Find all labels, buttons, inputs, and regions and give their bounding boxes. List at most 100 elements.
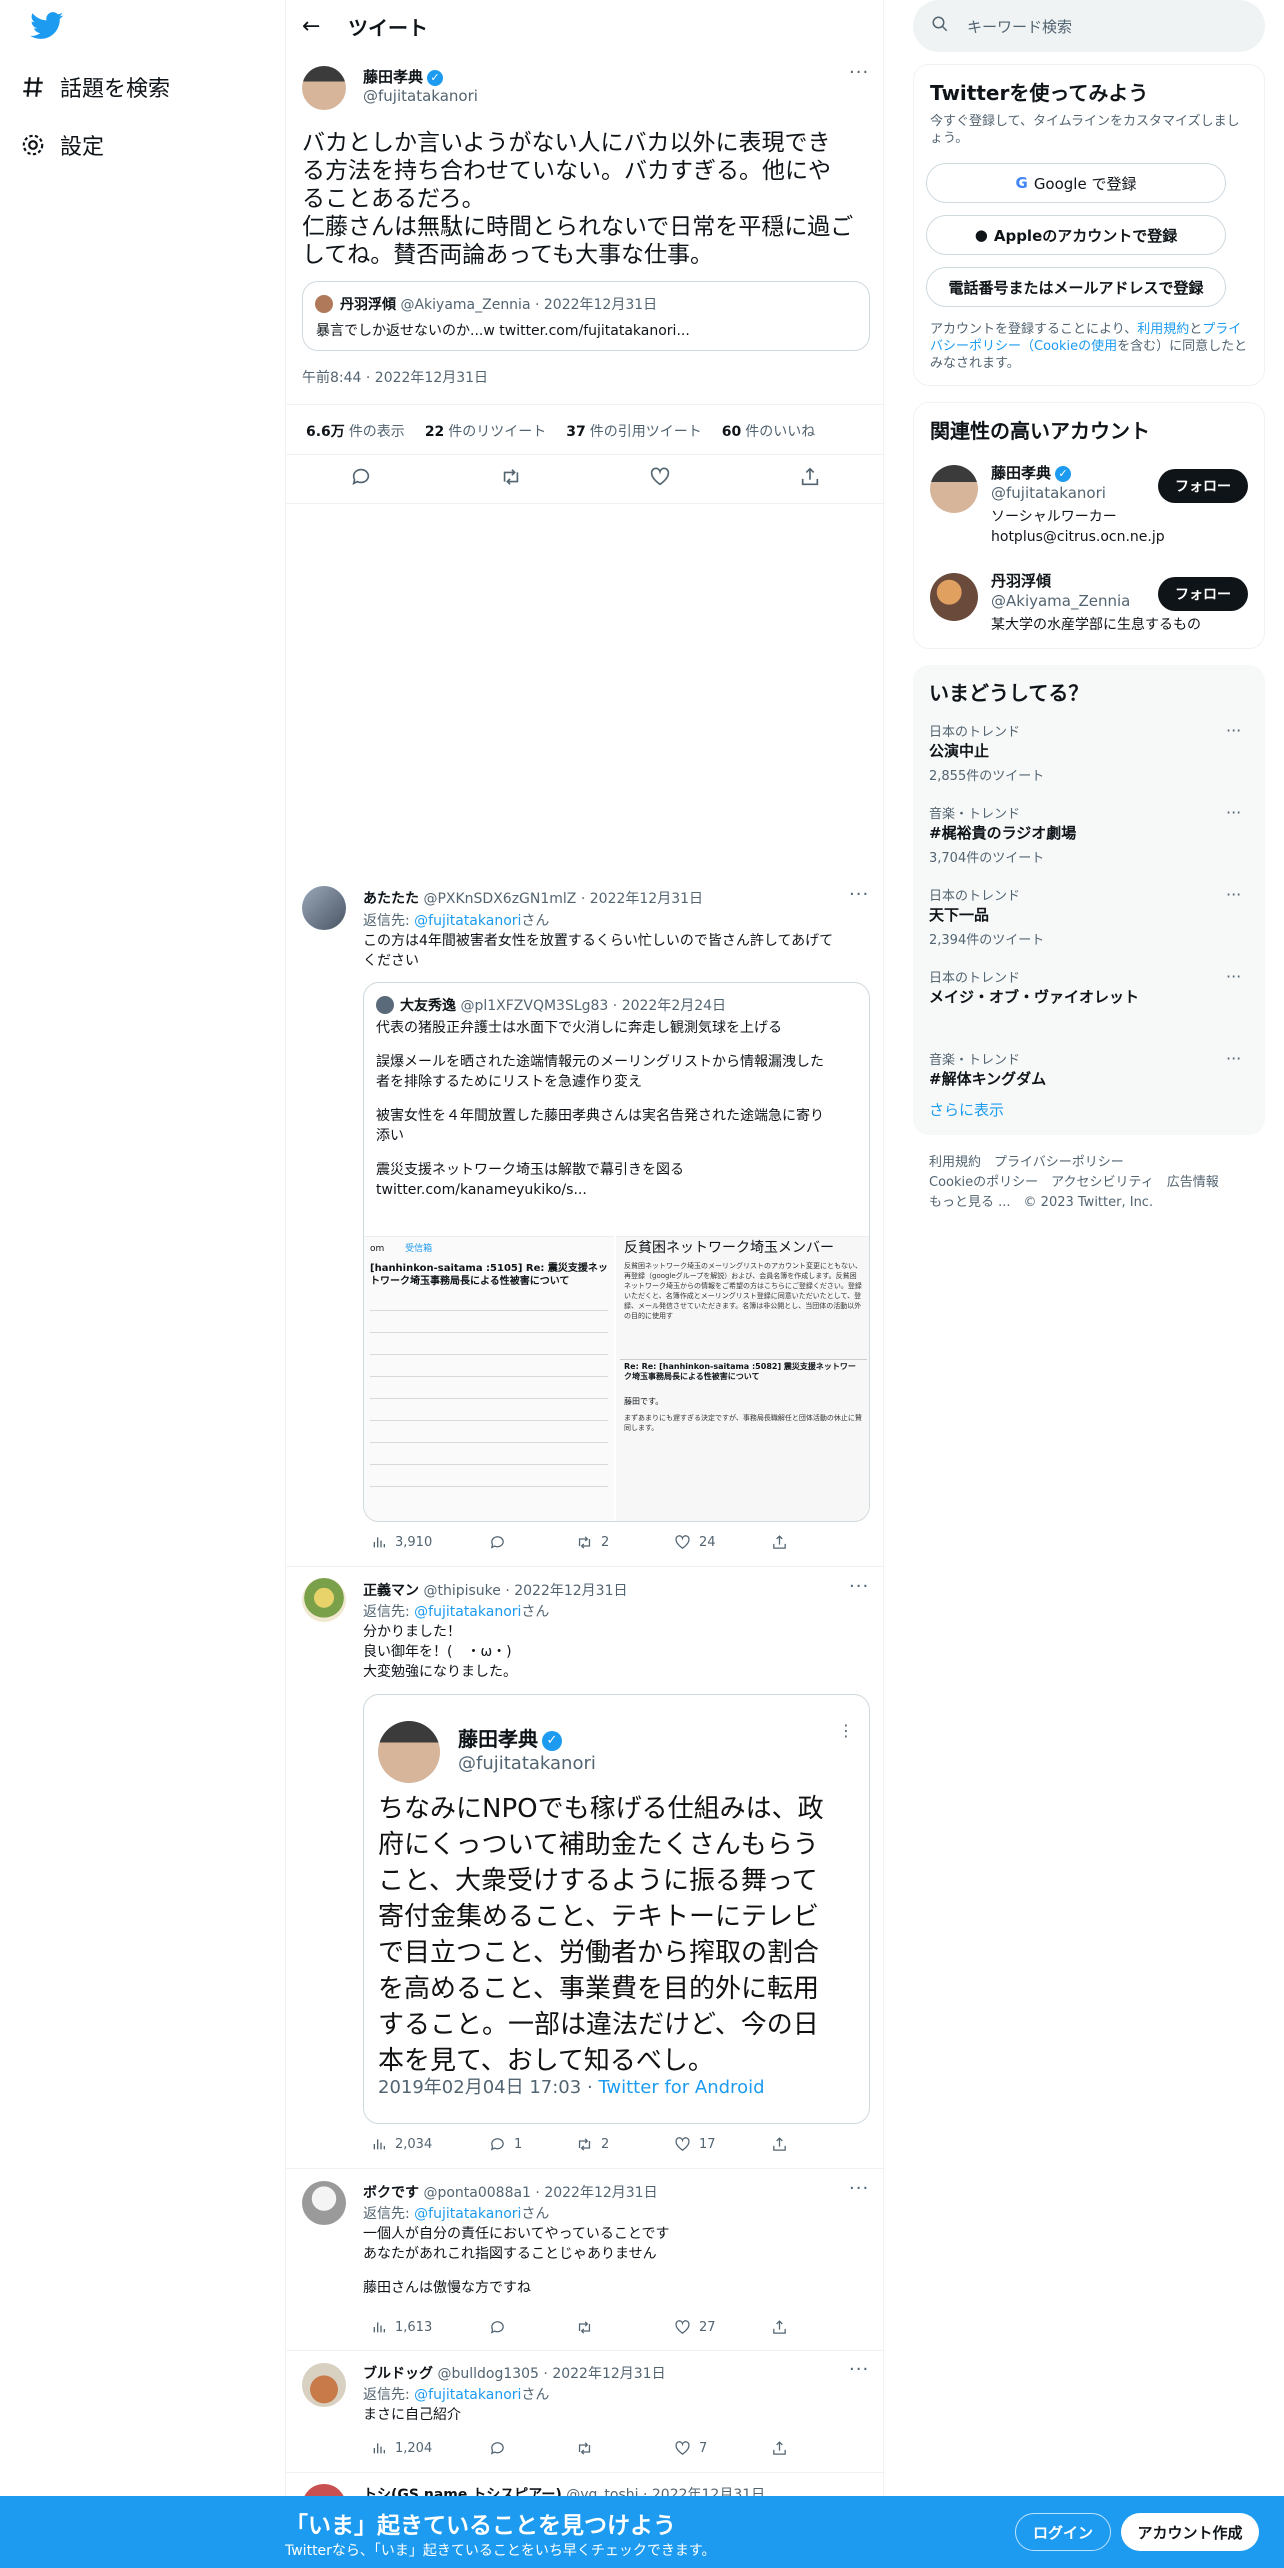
retweets-action[interactable] [568,2440,601,2457]
quoted-tweet[interactable]: 大友秀逸 @pl1XFZVQM3SLg83 · 2022年2月24日 代表の猪股… [363,982,870,1522]
footer-terms[interactable]: 利用規約 [929,1155,981,1170]
stat-item[interactable]: 60 件のいいね [722,421,815,441]
nav-settings[interactable]: 設定 [20,115,104,175]
stat-item[interactable]: 37 件の引用ツイート [566,421,701,441]
legal-terms-link[interactable]: 利用規約 [1137,322,1189,337]
trend-item[interactable]: 日本のトレンド 公演中止 ··· 2,855件のツイート [913,721,1265,797]
stat-item[interactable]: 6.6万 件の表示 [306,421,405,441]
signup-button[interactable]: アカウント作成 [1121,2513,1259,2551]
footer-privacy[interactable]: プライバシーポリシー [994,1155,1124,1170]
likes-action[interactable]: 27 [666,2319,716,2336]
trend-item[interactable]: 音楽・トレンド #梶裕貴のラジオ劇場 ··· 3,704件のツイート [913,803,1265,879]
views-action[interactable]: 1,204 [363,2440,432,2456]
screenshot-image-right[interactable]: 反貧困ネットワーク埼玉メンバー 反貧困ネットワーク埼玉のメーリングリストのアカウ… [616,1236,869,1521]
tweet-timestamp[interactable]: 午前8:44 · 2022年12月31日 [302,367,488,387]
quoted-tweet[interactable]: 丹羽浮傾 @Akiyama_Zennia · 2022年12月31日 暴言でしか… [302,281,870,351]
more-icon[interactable]: ··· [1226,967,1241,986]
footer-cookie[interactable]: Cookieのポリシー [929,1175,1038,1190]
img-right-foot: 藤田です。 [624,1397,664,1406]
reply-date[interactable]: 2022年12月31日 [552,2366,665,2382]
more-icon[interactable]: ··· [849,1576,869,1597]
more-icon[interactable]: ··· [1226,721,1241,740]
replies-action[interactable]: 1 [481,2136,522,2153]
quoted-handle: @pl1XFZVQM3SLg83 [460,998,609,1014]
trend-item[interactable]: 日本のトレンド メイジ・オブ・ヴァイオレット ··· [913,967,1265,1043]
share-action[interactable] [763,2440,788,2457]
share-action[interactable] [763,2136,788,2153]
reply-name[interactable]: あたたた [363,891,419,907]
avatar[interactable] [302,66,346,110]
show-more-link[interactable]: さらに表示 [929,1099,1004,1120]
like-icon[interactable] [649,466,671,492]
share-icon[interactable] [799,466,821,492]
more-icon[interactable]: ··· [1226,803,1241,822]
apple-signup-button[interactable]: ● Appleのアカウントで登録 [926,215,1226,255]
reply-handle[interactable]: @thipisuke [423,1583,500,1599]
likes-action[interactable]: 24 [666,1534,716,1551]
reply-to-link[interactable]: @fujitatakanori [414,913,521,929]
avatar[interactable] [302,886,346,930]
reply-to-link[interactable]: @fujitatakanori [414,2387,521,2403]
replies-action[interactable] [481,1534,514,1551]
more-icon[interactable]: ··· [1226,885,1241,904]
phone-signup-button[interactable]: 電話番号またはメールアドレスで登録 [926,267,1226,307]
follow-button[interactable]: フォロー [1158,469,1248,503]
google-signup-button[interactable]: G Google で登録 [926,163,1226,203]
footer-more[interactable]: もっと見る ... [929,1195,1011,1210]
reply-date[interactable]: 2022年12月31日 [544,2185,657,2201]
reply-name[interactable]: 正義マン [363,1583,419,1599]
share-action[interactable] [763,1534,788,1551]
retweets-action[interactable] [568,2319,601,2336]
views-action[interactable]: 1,613 [363,2319,432,2335]
more-icon[interactable]: ··· [849,2359,869,2380]
likes-action[interactable]: 7 [666,2440,707,2457]
author-name[interactable]: 藤田孝典 [363,68,423,86]
search-icon [931,15,949,37]
share-action[interactable] [763,2319,788,2336]
more-icon[interactable]: ··· [849,62,869,83]
avatar[interactable] [302,2363,346,2407]
footer-accessibility[interactable]: アクセシビリティ [1051,1175,1154,1190]
stat-label: 件の引用ツイート [589,424,702,440]
reply-handle[interactable]: @PXKnSDX6zGN1mlZ [423,891,576,907]
more-icon[interactable]: ··· [849,884,869,905]
avatar[interactable] [302,2181,346,2225]
related-account[interactable]: 藤田孝典 ✓ @fujitatakanori ソーシャルワーカー hotplus@… [991,463,1165,547]
avatar[interactable] [930,465,978,513]
avatar[interactable] [302,1578,346,1622]
retweet-icon[interactable] [500,466,522,492]
replies-action[interactable] [481,2440,514,2457]
footer-ads[interactable]: 広告情報 [1167,1175,1219,1190]
more-icon[interactable]: ··· [849,2178,869,2199]
reply-to-prefix: 返信先: [363,2206,415,2222]
author-handle[interactable]: @fujitatakanori [363,87,478,105]
login-button[interactable]: ログイン [1015,2513,1111,2551]
nav-explore[interactable]: 話題を検索 [20,57,170,117]
views-action[interactable]: 3,910 [363,1534,432,1550]
reply-handle[interactable]: @bulldog1305 [437,2366,539,2382]
retweets-action[interactable]: 2 [568,2136,609,2153]
twitter-logo-icon[interactable] [30,12,64,44]
likes-action[interactable]: 17 [666,2136,716,2153]
back-arrow-icon[interactable]: ← [286,14,338,39]
replies-action[interactable] [481,2319,514,2336]
reply-name[interactable]: ボクです [363,2185,419,2201]
views-action[interactable]: 2,034 [363,2136,432,2152]
retweets-action[interactable]: 2 [568,1534,609,1551]
tweet-screenshot-image[interactable]: 藤田孝典 ✓ @fujitatakanori ⋮ ちなみにNPOでも稼げる仕組みは… [363,1694,870,2124]
reply-name[interactable]: ブルドッグ [363,2366,433,2382]
reply-date[interactable]: 2022年12月31日 [590,891,703,907]
screenshot-image-left[interactable]: om 受信箱 [hanhinkon-saitama :5105] Re: 震災支… [364,1236,614,1521]
reply-to-link[interactable]: @fujitatakanori [414,2206,521,2222]
trend-item[interactable]: 日本のトレンド 天下一品 ··· 2,394件のツイート [913,885,1265,961]
reply-to-link[interactable]: @fujitatakanori [414,1604,521,1620]
follow-button[interactable]: フォロー [1158,577,1248,611]
reply-to: 返信先: @fujitatakanoriさん [363,910,549,930]
reply-handle[interactable]: @ponta0088a1 [423,2185,531,2201]
reply-date[interactable]: 2022年12月31日 [514,1583,627,1599]
avatar[interactable] [930,573,978,621]
search-input[interactable]: キーワード検索 [913,0,1265,52]
more-icon[interactable]: ··· [1226,1049,1241,1068]
stat-item[interactable]: 22 件のリツイート [425,421,546,441]
reply-icon[interactable] [350,466,372,492]
